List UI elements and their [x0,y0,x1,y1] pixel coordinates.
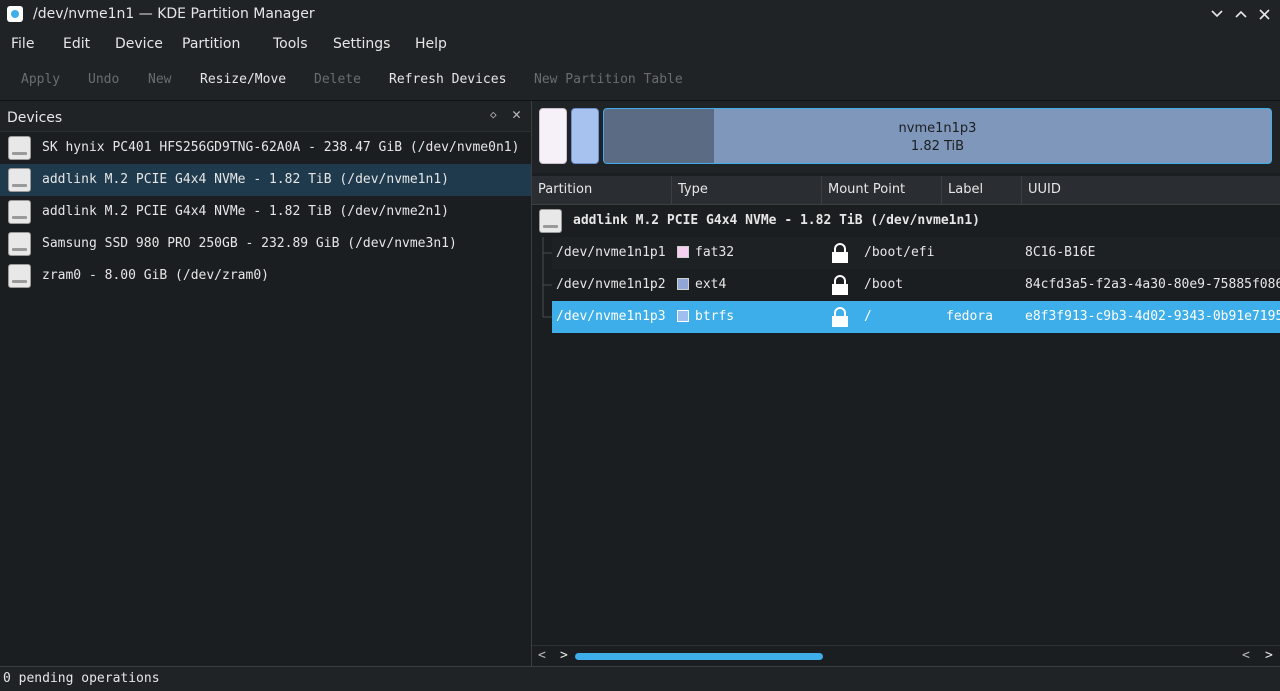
scroll-right-icon[interactable]: > [1265,648,1273,663]
apply-button[interactable]: Apply [21,72,60,87]
partition-bar: nvme1n1p3 1.82 TiB [532,101,1280,173]
device-item[interactable]: SK hynix PC401 HFS256GD9TNG-62A0A - 238.… [0,132,531,164]
column-header-label[interactable]: Label [942,176,1022,204]
device-item[interactable]: addlink M.2 PCIE G4x4 NVMe - 1.82 TiB (/… [0,196,531,228]
table-row[interactable]: /dev/nvme1n1p1 fat32 /boot/efi 8C16-B16E [552,237,1280,269]
column-header-partition[interactable]: Partition [532,176,672,204]
column-header-uuid[interactable]: UUID [1022,176,1280,204]
uuid-cell: 84cfd3a5-f2a3-4a30-80e9-75885f086 [1025,277,1280,292]
fs-color-swatch [677,310,689,322]
table-row[interactable]: /dev/nvme1n1p2 ext4 /boot 84cfd3a5-f2a3-… [552,269,1280,301]
disk-icon [539,209,562,233]
lock-icon [832,307,848,327]
close-icon [1258,8,1270,20]
menu-tools[interactable]: Tools [273,36,308,52]
table-row-device[interactable]: addlink M.2 PCIE G4x4 NVMe - 1.82 TiB (/… [532,205,1280,237]
close-panel-icon[interactable]: ✕ [512,105,521,123]
column-header-mount-point[interactable]: Mount Point [822,176,942,204]
partition-cell: /dev/nvme1n1p1 [556,245,666,260]
resize-move-button[interactable]: Resize/Move [200,72,286,87]
device-item-label: SK hynix PC401 HFS256GD9TNG-62A0A - 238.… [42,140,520,155]
delete-button[interactable]: Delete [314,72,361,87]
menu-partition[interactable]: Partition [182,36,240,52]
mount-cell: / [864,309,872,324]
disk-icon [8,264,31,288]
scrollbar-thumb[interactable] [575,653,823,660]
toolbar: Apply Undo New Resize/Move Delete Refres… [0,58,1280,101]
devices-panel-title: Devices [7,110,63,126]
type-cell: fat32 [695,245,735,260]
column-header-type[interactable]: Type [672,176,822,204]
maximize-button[interactable] [1231,4,1251,24]
label-cell: fedora [946,309,993,324]
table-row-selected[interactable]: /dev/nvme1n1p3 btrfs / fedora e8f3f913-c… [552,301,1280,333]
fs-color-swatch [677,246,689,258]
close-window-button[interactable] [1254,4,1274,24]
type-cell: btrfs [695,309,735,324]
refresh-devices-button[interactable]: Refresh Devices [389,72,506,87]
new-button[interactable]: New [148,72,171,87]
device-item-label: Samsung SSD 980 PRO 250GB - 232.89 GiB (… [42,236,457,251]
undo-button[interactable]: Undo [88,72,119,87]
scroll-right-icon[interactable]: > [560,648,568,663]
partition-view: nvme1n1p3 1.82 TiB Partition Type Mount … [532,101,1280,667]
partition-manager-icon [7,6,23,22]
type-cell: ext4 [695,277,727,292]
lock-icon [832,243,848,263]
devices-panel-header: Devices ◇ ✕ [0,101,531,132]
disk-icon [8,200,31,224]
uuid-cell: 8C16-B16E [1025,245,1096,260]
menu-help[interactable]: Help [415,36,447,52]
table-header: Partition Type Mount Point Label UUID [532,176,1280,205]
device-item-label: addlink M.2 PCIE G4x4 NVMe - 1.82 TiB (/… [42,172,449,187]
menu-edit[interactable]: Edit [63,36,90,52]
device-item-label: addlink M.2 PCIE G4x4 NVMe - 1.82 TiB (/… [42,204,449,219]
chevron-up-icon [1235,10,1247,18]
chevron-down-icon [1211,10,1223,18]
disk-icon [8,232,31,256]
partition-segment-p1[interactable] [539,108,567,164]
device-item-selected[interactable]: addlink M.2 PCIE G4x4 NVMe - 1.82 TiB (/… [0,164,531,196]
fs-color-swatch [677,278,689,290]
devices-panel: Devices ◇ ✕ SK hynix PC401 HFS256GD9TNG-… [0,101,532,666]
menu-settings[interactable]: Settings [333,36,390,52]
horizontal-scrollbar[interactable]: < > < > [532,645,1280,667]
device-row-label: addlink M.2 PCIE G4x4 NVMe - 1.82 TiB (/… [573,213,980,228]
disk-icon [8,168,31,192]
mount-cell: /boot [864,277,904,292]
minimize-button[interactable] [1207,4,1227,24]
used-space-fill [604,109,714,163]
partition-segment-size: 1.82 TiB [910,139,965,154]
partition-segment-name: nvme1n1p3 [898,121,977,136]
disk-icon [8,136,31,160]
lock-icon [832,275,848,295]
uuid-cell: e8f3f913-c9b3-4d02-9343-0b91e7195 [1025,309,1280,324]
float-panel-icon[interactable]: ◇ [490,108,497,121]
partition-cell: /dev/nvme1n1p3 [556,309,666,324]
scroll-left-icon[interactable]: < [538,648,546,663]
partition-segment-p3[interactable]: nvme1n1p3 1.82 TiB [603,108,1272,164]
title-bar: /dev/nvme1n1 — KDE Partition Manager [0,0,1280,29]
menu-file[interactable]: File [11,36,34,52]
device-item[interactable]: Samsung SSD 980 PRO 250GB - 232.89 GiB (… [0,228,531,260]
partition-cell: /dev/nvme1n1p2 [556,277,666,292]
menu-bar: File Edit Device Partition Tools Setting… [0,29,1280,58]
status-text: 0 pending operations [3,671,160,686]
window-title: /dev/nvme1n1 — KDE Partition Manager [33,6,315,22]
mount-cell: /boot/efi [864,245,935,260]
new-partition-table-button[interactable]: New Partition Table [534,72,683,87]
device-item-label: zram0 - 8.00 GiB (/dev/zram0) [42,268,269,283]
menu-device[interactable]: Device [115,36,163,52]
scroll-left-icon[interactable]: < [1242,648,1250,663]
device-item[interactable]: zram0 - 8.00 GiB (/dev/zram0) [0,260,531,292]
status-bar: 0 pending operations [0,666,1280,691]
partition-segment-p2[interactable] [571,108,599,164]
